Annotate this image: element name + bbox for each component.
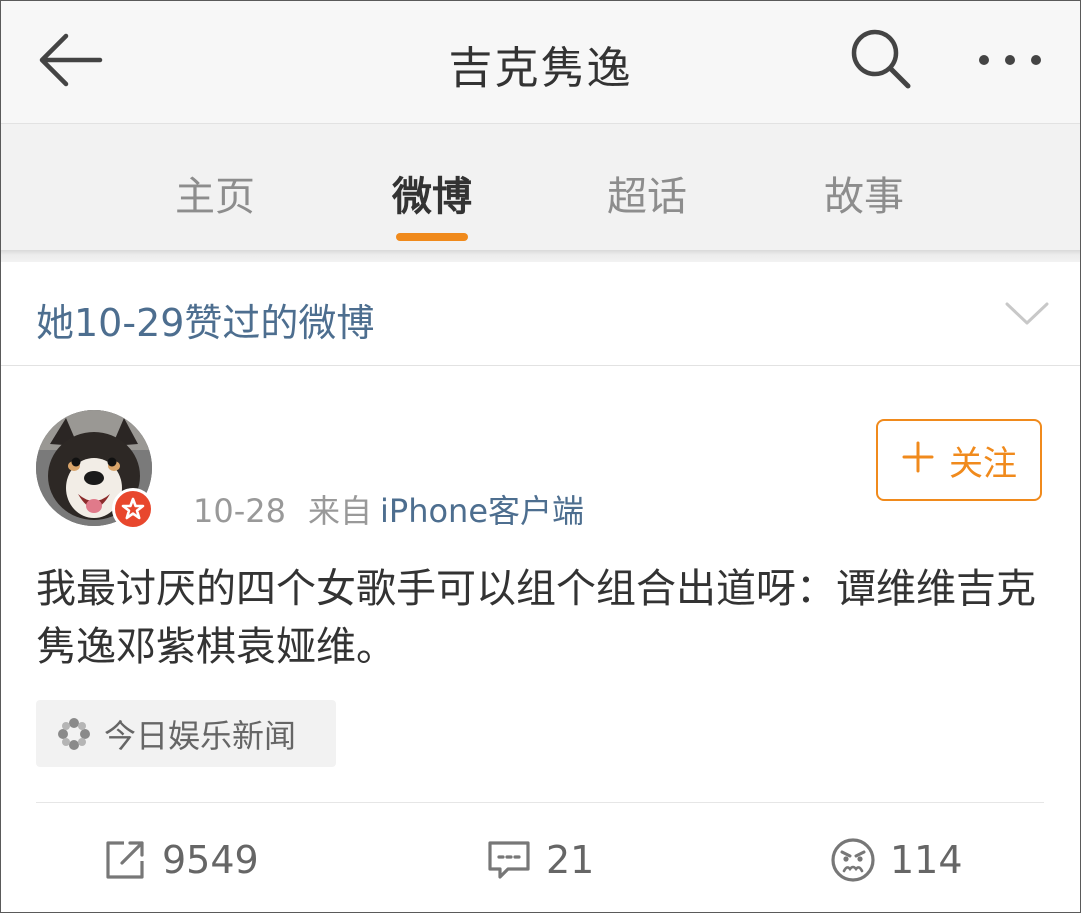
comment-count: 21 xyxy=(546,838,595,882)
more-dots-icon xyxy=(979,55,1041,65)
tab-home[interactable]: 主页 xyxy=(150,164,280,222)
tab-stories[interactable]: 故事 xyxy=(799,164,929,222)
source-prefix: 来自 xyxy=(307,492,372,530)
verified-star-icon xyxy=(121,497,145,520)
topic-tag[interactable]: 今日娱乐新闻 xyxy=(36,700,336,767)
liked-weibo-header[interactable]: 她10-29赞过的微博 xyxy=(0,262,1081,366)
topic-label: 今日娱乐新闻 xyxy=(104,716,297,755)
chevron-down-icon[interactable] xyxy=(1004,290,1050,336)
section-separator xyxy=(0,250,1081,262)
post-source-link[interactable]: iPhone客户端 xyxy=(380,492,584,530)
liked-weibo-title: 她10-29赞过的微博 xyxy=(36,301,375,345)
search-icon xyxy=(851,29,911,89)
comment-icon xyxy=(488,841,530,879)
more-options-button[interactable] xyxy=(974,40,1046,80)
flower-icon xyxy=(58,717,90,750)
actions-divider xyxy=(36,802,1044,803)
search-button[interactable] xyxy=(848,26,912,90)
top-nav-bar: 吉克隽逸 xyxy=(0,0,1081,124)
page-title: 吉克隽逸 xyxy=(448,43,633,94)
post-meta: 10-28 来自 iPhone客户端 xyxy=(193,486,584,532)
reaction-count: 114 xyxy=(890,838,963,882)
tab-super-topic[interactable]: 超话 xyxy=(582,164,712,222)
reaction-button[interactable]: 114 xyxy=(830,832,963,888)
profile-tabs: 主页 微博 超话 故事 xyxy=(0,124,1081,250)
repost-icon xyxy=(106,841,144,879)
tab-weibo[interactable]: 微博 xyxy=(367,164,497,222)
verified-badge xyxy=(112,488,154,530)
post-time: 10-28 xyxy=(193,492,286,530)
follow-label: 关注 xyxy=(949,443,1017,484)
post-text: 我最讨厌的四个女歌手可以组个组合出道呀：谭维维吉克隽逸邓紫棋袁娅维。 xyxy=(36,566,1036,670)
angry-face-icon xyxy=(831,838,875,882)
follow-button[interactable]: 关注 xyxy=(876,419,1042,501)
plus-icon xyxy=(901,440,935,481)
comment-button[interactable]: 21 xyxy=(486,832,594,888)
active-tab-indicator xyxy=(396,233,468,241)
repost-button[interactable]: 9549 xyxy=(102,832,259,888)
repost-count: 9549 xyxy=(162,838,259,882)
